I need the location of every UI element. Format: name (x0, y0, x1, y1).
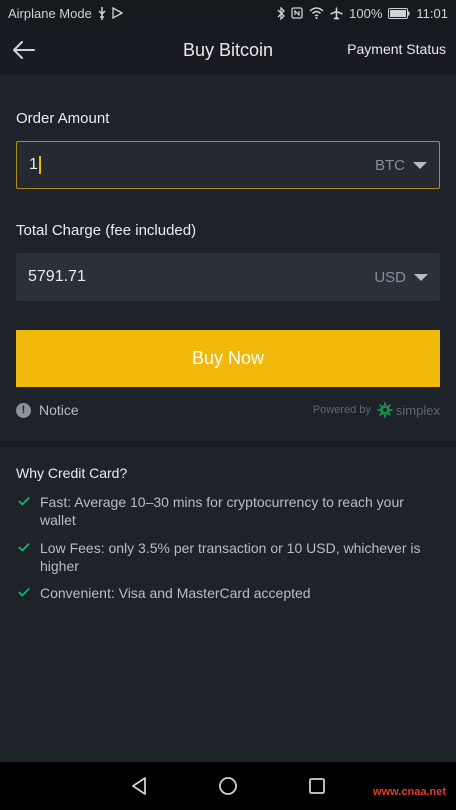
chevron-down-icon (414, 273, 428, 281)
text-cursor (38, 155, 41, 174)
nav-back-button[interactable] (127, 774, 151, 798)
powered-by-text: Powered by (312, 404, 371, 416)
back-triangle-icon (132, 777, 146, 795)
order-currency-label: BTC (375, 156, 405, 174)
check-icon (18, 496, 30, 506)
battery-percent: 100% (349, 5, 383, 21)
simplex-logo: simplex (377, 402, 440, 418)
why-credit-card-title: Why Credit Card? (16, 465, 128, 481)
total-charge-value: 5791.71 (28, 268, 86, 285)
buy-now-button[interactable]: Buy Now (16, 330, 440, 387)
order-amount-label: Order Amount (16, 110, 110, 127)
benefit-item: Fast: Average 10–30 mins for cryptocurre… (16, 493, 440, 529)
airplane-icon (330, 7, 343, 20)
nav-recents-button[interactable] (305, 774, 329, 798)
order-amount-field[interactable]: 1 BTC (16, 141, 440, 189)
benefit-item: Convenient: Visa and MasterCard accepted (16, 584, 440, 602)
total-charge-label: Total Charge (fee included) (16, 222, 197, 239)
notice-label: Notice (39, 402, 79, 418)
wifi-icon (309, 7, 324, 19)
app-bar: Buy Bitcoin Payment Status (0, 26, 456, 74)
airplane-mode-label: Airplane Mode (8, 5, 92, 21)
order-amount-value-wrap: 1 (29, 155, 375, 174)
check-icon (18, 587, 30, 597)
benefit-text: Convenient: Visa and MasterCard accepted (40, 585, 311, 601)
recents-square-icon (309, 778, 325, 794)
nfc-icon (291, 7, 303, 19)
status-right: 100% 11:01 (277, 6, 448, 21)
status-left: Airplane Mode (8, 6, 123, 21)
bluetooth-icon (277, 6, 286, 20)
notice-link[interactable]: ! Notice (16, 402, 79, 418)
benefit-text: Low Fees: only 3.5% per transaction or 1… (40, 540, 421, 574)
home-circle-icon (219, 777, 237, 795)
charge-currency-select[interactable]: USD (374, 269, 428, 286)
payment-status-link[interactable]: Payment Status (347, 41, 446, 57)
check-icon (18, 542, 30, 552)
section-divider (0, 441, 456, 447)
powered-by: Powered by simplex (313, 402, 440, 418)
status-bar: Airplane Mode 100% 11:01 (0, 0, 456, 26)
simplex-brand: simplex (395, 402, 440, 418)
battery-icon (388, 7, 410, 19)
play-store-icon (112, 7, 123, 19)
order-currency-select[interactable]: BTC (375, 157, 427, 174)
simplex-gear-icon (377, 402, 393, 418)
total-charge-field[interactable]: 5791.71 USD (16, 253, 440, 301)
charge-currency-label: USD (374, 268, 406, 286)
benefit-item: Low Fees: only 3.5% per transaction or 1… (16, 539, 440, 575)
watermark: www.cnaa.net (373, 786, 446, 798)
order-amount-value: 1 (29, 156, 38, 174)
arrow-left-icon (13, 41, 35, 59)
clock: 11:01 (416, 5, 448, 21)
info-icon: ! (16, 402, 31, 418)
back-button[interactable] (10, 36, 38, 64)
benefit-text: Fast: Average 10–30 mins for cryptocurre… (40, 494, 404, 528)
usb-icon (98, 6, 106, 20)
nav-home-button[interactable] (216, 774, 240, 798)
chevron-down-icon (413, 161, 427, 169)
